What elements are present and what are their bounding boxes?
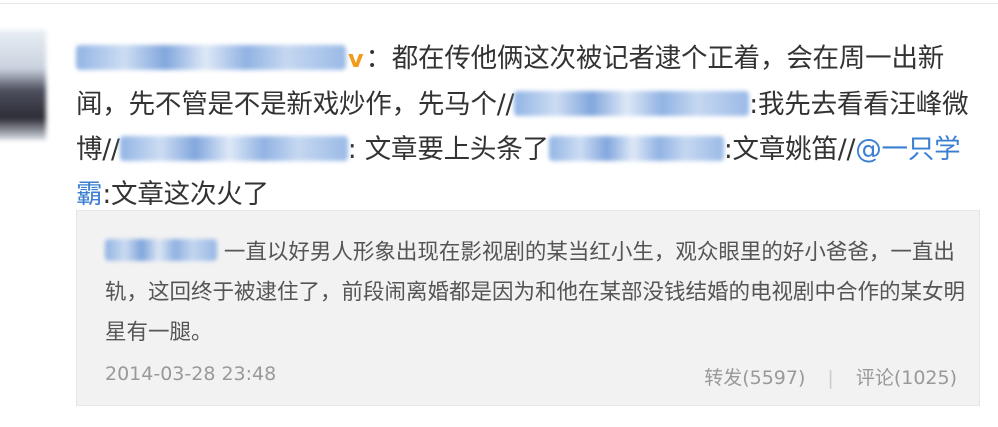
- author-name-blurred[interactable]: [76, 45, 346, 70]
- top-divider: [0, 3, 998, 4]
- weibo-repost-card: v：都在传他俩这次被记者逮个正着，会在周一出新闻，先不管是不是新戏炒作，先马个/…: [0, 0, 998, 427]
- repost-button[interactable]: 转发(5597): [704, 367, 805, 389]
- post-text-segment: :文章这次火了: [102, 179, 269, 210]
- reposter-name-blurred[interactable]: [548, 136, 724, 161]
- quoted-author-blurred[interactable]: [105, 239, 217, 261]
- post-content: v：都在传他俩这次被记者逮个正着，会在周一出新闻，先不管是不是新戏炒作，先马个/…: [76, 36, 981, 217]
- reposter-name-blurred[interactable]: [514, 91, 750, 116]
- quoted-post-text: 一直以好男人形象出现在影视剧的某当红小生，观众眼里的好小爸爸，一直出轨，这回终于…: [105, 240, 966, 345]
- post-text-segment: :文章姚笛//: [723, 134, 856, 165]
- quoted-post-content: 一直以好男人形象出现在影视剧的某当红小生，观众眼里的好小爸爸，一直出轨，这回终于…: [105, 233, 965, 353]
- post-text-segment: : 文章要上头条了: [347, 134, 549, 165]
- quoted-post-meta: 2014-03-28 23:48 转发(5597) | 评论(1025): [105, 363, 957, 393]
- action-separator: |: [827, 367, 834, 389]
- avatar[interactable]: [0, 30, 46, 140]
- vip-badge-icon: v: [348, 45, 364, 73]
- reposter-name-blurred[interactable]: [119, 136, 348, 161]
- quoted-post: 一直以好男人形象出现在影视剧的某当红小生，观众眼里的好小爸爸，一直出轨，这回终于…: [76, 210, 980, 406]
- comment-button[interactable]: 评论(1025): [856, 367, 957, 389]
- quoted-timestamp[interactable]: 2014-03-28 23:48: [105, 363, 276, 385]
- quoted-actions: 转发(5597) | 评论(1025): [704, 363, 957, 390]
